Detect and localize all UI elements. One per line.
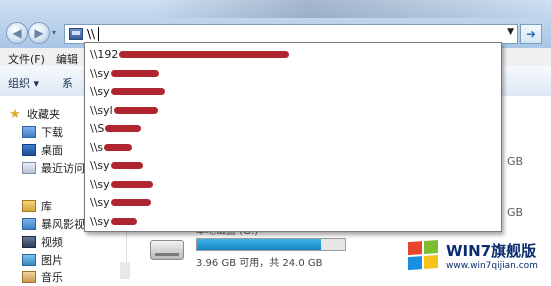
sidebar-item-label: 下载	[41, 126, 63, 139]
sidebar-item-label: 最近访问	[41, 162, 85, 175]
go-arrow-icon: ➜	[525, 27, 537, 41]
autocomplete-item-text: \\S	[90, 122, 105, 135]
watermark-title: WIN7旗舰版	[446, 242, 537, 260]
sidebar-item-label: 桌面	[41, 144, 63, 157]
organize-button[interactable]: 组织 ▾	[8, 75, 39, 91]
redaction-mark	[110, 70, 159, 77]
watermark-url: www.win7qijian.com	[446, 261, 538, 271]
sidebar-item-label: 音乐	[41, 271, 63, 284]
sidebar-item-music[interactable]: 音乐	[22, 268, 63, 286]
forward-arrow-icon: ▶	[34, 26, 44, 40]
redaction-mark	[110, 162, 143, 169]
redaction-mark	[110, 181, 153, 188]
autocomplete-item[interactable]: \\sy	[90, 175, 153, 194]
autocomplete-item[interactable]: \\192	[90, 45, 290, 64]
autocomplete-item-text: \\sy	[90, 159, 110, 172]
site-watermark: WIN7旗舰版 www.win7qijian.com	[408, 232, 551, 279]
autocomplete-item-text: \\s	[90, 141, 104, 154]
redaction-mark	[119, 51, 290, 58]
titlebar-gloss	[150, 0, 551, 18]
drive-size-text: GB	[507, 206, 524, 219]
autocomplete-item[interactable]: \\sy	[90, 82, 165, 101]
drive-free-space-text: 3.96 GB 可用，共 24.0 GB	[196, 258, 323, 269]
network-location-icon	[69, 28, 83, 40]
redaction-mark	[105, 125, 142, 132]
redaction-mark	[113, 107, 158, 114]
sidebar-item-favorites[interactable]: ★ 收藏夹	[8, 105, 60, 123]
go-button[interactable]: ➜	[520, 24, 542, 44]
sidebar-item-label: 库	[41, 200, 52, 213]
forward-button[interactable]: ▶	[28, 22, 50, 44]
autocomplete-item-text: \\sy	[90, 178, 110, 191]
address-autocomplete-list: \\192 \\sy \\sy \\syl \\S \\s \\sy \\sy \\sy \\sy	[84, 42, 502, 232]
autocomplete-item-text: \\sy	[90, 215, 110, 228]
downloads-folder-icon	[22, 126, 36, 138]
sidebar-item-pictures[interactable]: 图片	[22, 251, 63, 269]
autocomplete-item-text: \\syl	[90, 104, 113, 117]
music-icon	[22, 271, 36, 283]
sidebar-item-label: 视频	[41, 236, 63, 249]
redaction-mark	[104, 144, 133, 151]
address-history-dropdown-icon[interactable]: ▼	[507, 27, 514, 37]
autocomplete-item-text: \\sy	[90, 67, 110, 80]
sidebar-item-label: 图片	[41, 254, 63, 267]
pane-splitter[interactable]	[120, 262, 130, 279]
sidebar-item-libraries[interactable]: 库	[22, 197, 52, 215]
address-bar[interactable]: \\ ▼	[64, 24, 518, 44]
redaction-mark	[110, 218, 137, 225]
videos-icon	[22, 236, 36, 248]
autocomplete-item[interactable]: \\syl	[90, 101, 158, 120]
libraries-icon	[22, 200, 36, 212]
sidebar-item-recent[interactable]: 最近访问	[22, 159, 85, 177]
autocomplete-item[interactable]: \\sy	[90, 212, 137, 231]
autocomplete-item[interactable]: \\S	[90, 119, 142, 138]
sidebar-item-videos[interactable]: 视频	[22, 233, 63, 251]
sidebar-item-downloads[interactable]: 下载	[22, 123, 63, 141]
system-properties-button[interactable]: 系	[62, 75, 73, 91]
storm-video-icon	[22, 218, 36, 230]
autocomplete-item[interactable]: \\sy	[90, 64, 159, 83]
autocomplete-item-text: \\sy	[90, 196, 110, 209]
back-arrow-icon: ◀	[12, 26, 22, 40]
windows-logo-icon	[408, 239, 440, 271]
autocomplete-item-text: \\sy	[90, 85, 110, 98]
sidebar-item-storm[interactable]: 暴风影视	[22, 215, 85, 233]
menu-file[interactable]: 文件(F)	[8, 51, 45, 67]
pictures-icon	[22, 254, 36, 266]
redaction-mark	[110, 88, 165, 95]
menu-edit[interactable]: 编辑	[56, 51, 78, 67]
recent-pages-dropdown-icon[interactable]: ▾	[52, 28, 60, 38]
text-caret	[98, 27, 99, 41]
autocomplete-item[interactable]: \\sy	[90, 156, 143, 175]
drive-usage-bar	[196, 238, 346, 251]
sidebar-item-desktop[interactable]: 桌面	[22, 141, 63, 159]
back-button[interactable]: ◀	[6, 22, 28, 44]
autocomplete-item-text: \\192	[90, 48, 119, 61]
redaction-mark	[110, 199, 151, 206]
sidebar-item-label: 收藏夹	[27, 108, 60, 121]
drive-usage-fill	[197, 239, 321, 250]
drive-size-text: GB	[507, 155, 524, 168]
desktop-icon	[22, 144, 36, 156]
address-input[interactable]: \\	[87, 27, 95, 41]
autocomplete-item[interactable]: \\s	[90, 138, 133, 157]
hard-drive-icon[interactable]	[150, 240, 184, 260]
sidebar-item-label: 暴风影视	[41, 218, 85, 231]
recent-places-icon	[22, 162, 36, 174]
star-icon: ★	[9, 106, 21, 122]
autocomplete-item[interactable]: \\sy	[90, 193, 151, 212]
